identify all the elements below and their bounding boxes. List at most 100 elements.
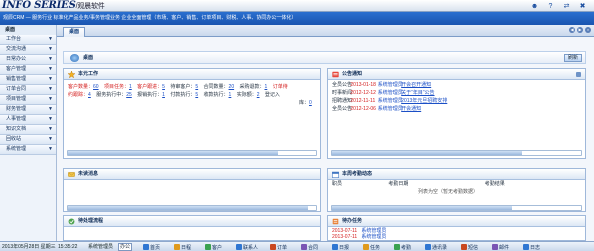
calendar-icon (174, 244, 180, 250)
help-icon[interactable]: ? (545, 1, 556, 11)
chevron-down-icon: ▼ (48, 116, 53, 122)
tab-prev-icon[interactable]: ◀ (569, 27, 575, 33)
message-icon (68, 172, 75, 177)
exit-icon[interactable]: ✖ (577, 1, 588, 11)
quick-button[interactable]: 首页 (143, 243, 160, 251)
mail-icon (492, 244, 498, 250)
list-item[interactable]: 全员公告 2013-01-18 系统管理员 开会召开通知 (332, 81, 431, 89)
quick-button[interactable]: 短信 (461, 243, 478, 251)
log-icon (523, 244, 529, 250)
chevron-down-icon: ▼ (48, 126, 53, 132)
list-item[interactable]: 全员公告 2012-12-06 系统管理员 开会通知 (332, 105, 421, 113)
status-user: 系统管理员 (88, 244, 114, 250)
sms-icon (461, 244, 467, 250)
quick-button[interactable]: 考勤 (394, 243, 411, 251)
panel-process: 待处理流程 (63, 215, 321, 241)
task-icon (363, 244, 369, 250)
contact-icon (236, 244, 242, 250)
status-date: 2013年05月28日 星期三 (2, 244, 56, 250)
mode-select[interactable]: 办公 (118, 243, 133, 251)
count-link[interactable]: 1 (229, 92, 232, 98)
count-link[interactable]: 5 (162, 84, 165, 90)
switch-icon[interactable]: ⇄ (561, 1, 572, 11)
sidebar-item[interactable]: 项目管理 ▼ (0, 95, 56, 105)
count-link[interactable]: 25 (126, 92, 132, 98)
table-header: 职员 考勤日期 考勤结果 (332, 181, 505, 187)
panel-attendance: 本周考勤动态 职员 考勤日期 考勤结果 列表为空（暂无考勤数据） (327, 168, 586, 212)
quick-button[interactable]: 日程 (174, 243, 191, 251)
quick-button[interactable]: 联系人 (236, 243, 258, 251)
count-link[interactable]: 20 (229, 84, 235, 90)
tab-close-icon[interactable]: × (585, 27, 591, 33)
panel-title: 待办任务 (342, 218, 363, 224)
bulletin-icon (332, 71, 339, 78)
chevron-down-icon: ▼ (48, 86, 53, 92)
quick-button[interactable]: 客户 (205, 243, 222, 251)
report-icon (332, 244, 338, 250)
sidebar-item[interactable]: 回收站 ▼ (0, 135, 56, 145)
desktop-icon (70, 54, 79, 62)
sidebar-item[interactable]: 交流沟通 ▼ (0, 45, 56, 55)
sidebar-item[interactable]: 系统管理 ▼ (0, 145, 56, 155)
count-link[interactable]: 5 (195, 84, 198, 90)
page-title: 桌面 (83, 55, 94, 61)
count-link[interactable]: 60 (93, 84, 99, 90)
quick-button[interactable]: 日报 (332, 243, 349, 251)
quick-button[interactable]: 订单 (270, 243, 287, 251)
chevron-down-icon: ▼ (48, 76, 53, 82)
count-link[interactable]: 5 (195, 92, 198, 98)
sidebar-item[interactable]: 客户管理 ▼ (0, 65, 56, 75)
sidebar-heading[interactable]: 桌面 (0, 25, 56, 35)
address-book-icon (425, 244, 431, 250)
task-icon (332, 218, 339, 225)
list-item[interactable]: 招聘通知 2012-11-11 系统管理员 2013年元旦招聘安排 (332, 97, 447, 105)
person-icon[interactable]: ☻ (529, 1, 540, 11)
sidebar-item[interactable]: 人事管理 ▼ (0, 115, 56, 125)
sidebar: 桌面 工作台 ▼ 交流沟通 ▼ 日常办公 ▼ 客户管理 ▼ 销售管理 ▼ 订单合同 ▼ 项目… (0, 25, 57, 241)
calendar-icon (332, 171, 339, 178)
panel-title: 本元工作 (78, 71, 99, 77)
panel-title: 公告通知 (342, 71, 363, 77)
count-link[interactable]: 1 (129, 84, 132, 90)
panel-work: 本元工作 客户数量：60 项目任务：1 客户跟进：5 待审客户：5 合同数量：2… (63, 68, 321, 159)
attendance-icon (394, 244, 400, 250)
list-item[interactable]: 时事新闻 2012-12-12 系统管理员 关于“年目”公告 (332, 89, 435, 97)
status-bar: 2013年05月28日 星期三 15:35:22 系统管理员 办公 首页 日程 … (0, 241, 594, 251)
sidebar-item[interactable]: 订单合同 ▼ (0, 85, 56, 95)
quick-button[interactable]: 通讯录 (425, 243, 447, 251)
horizontal-scrollbar[interactable] (331, 150, 582, 156)
quick-button[interactable]: 合同 (301, 243, 318, 251)
sidebar-item[interactable]: 知识文档 ▼ (0, 125, 56, 135)
sidebar-item[interactable]: 销售管理 ▼ (0, 75, 56, 85)
refresh-button[interactable]: 刷新 (563, 54, 582, 62)
tab-strip: 桌面 ◀ ▶ × (57, 25, 594, 37)
star-icon (68, 71, 75, 78)
quick-button[interactable]: 日志 (523, 243, 540, 251)
horizontal-scrollbar[interactable] (67, 150, 317, 156)
tab-next-icon[interactable]: ▶ (577, 27, 583, 33)
home-icon (143, 244, 149, 250)
main-area: 桌面 ◀ ▶ × 桌面 刷新 本元工作 客户数量：60 项目任务：1 客户跟进：… (57, 25, 594, 241)
more-icon[interactable] (576, 72, 581, 77)
quick-button[interactable]: 邮件 (492, 243, 509, 251)
list-item[interactable]: 2013-07-11 系统管理员 (332, 234, 386, 240)
count-link[interactable]: 4 (88, 92, 91, 98)
sidebar-item[interactable]: 日常办公 ▼ (0, 55, 56, 65)
chevron-down-icon: ▼ (48, 96, 53, 102)
sidebar-item[interactable]: 工作台 ▼ (0, 35, 56, 45)
panel-title: 未读消息 (78, 171, 99, 177)
count-link[interactable]: 1 (162, 92, 165, 98)
panel-tasks: 待办任务 2013-07-11 系统管理员 2013-07-11 系统管理员 (327, 215, 586, 241)
horizontal-scrollbar[interactable] (67, 205, 317, 211)
count-link[interactable]: 1 (265, 84, 268, 90)
panel-title: 本周考勤动态 (342, 171, 373, 177)
count-link[interactable]: 2 (257, 92, 260, 98)
tab-desktop[interactable]: 桌面 (63, 27, 85, 37)
quick-button[interactable]: 任务 (363, 243, 380, 251)
chevron-down-icon: ▼ (48, 36, 53, 42)
page-header: 桌面 刷新 (63, 51, 586, 64)
count-link[interactable]: 0 (309, 100, 312, 106)
chevron-down-icon: ▼ (48, 56, 53, 62)
horizontal-scrollbar[interactable] (331, 205, 582, 211)
sidebar-item[interactable]: 财务管理 ▼ (0, 105, 56, 115)
